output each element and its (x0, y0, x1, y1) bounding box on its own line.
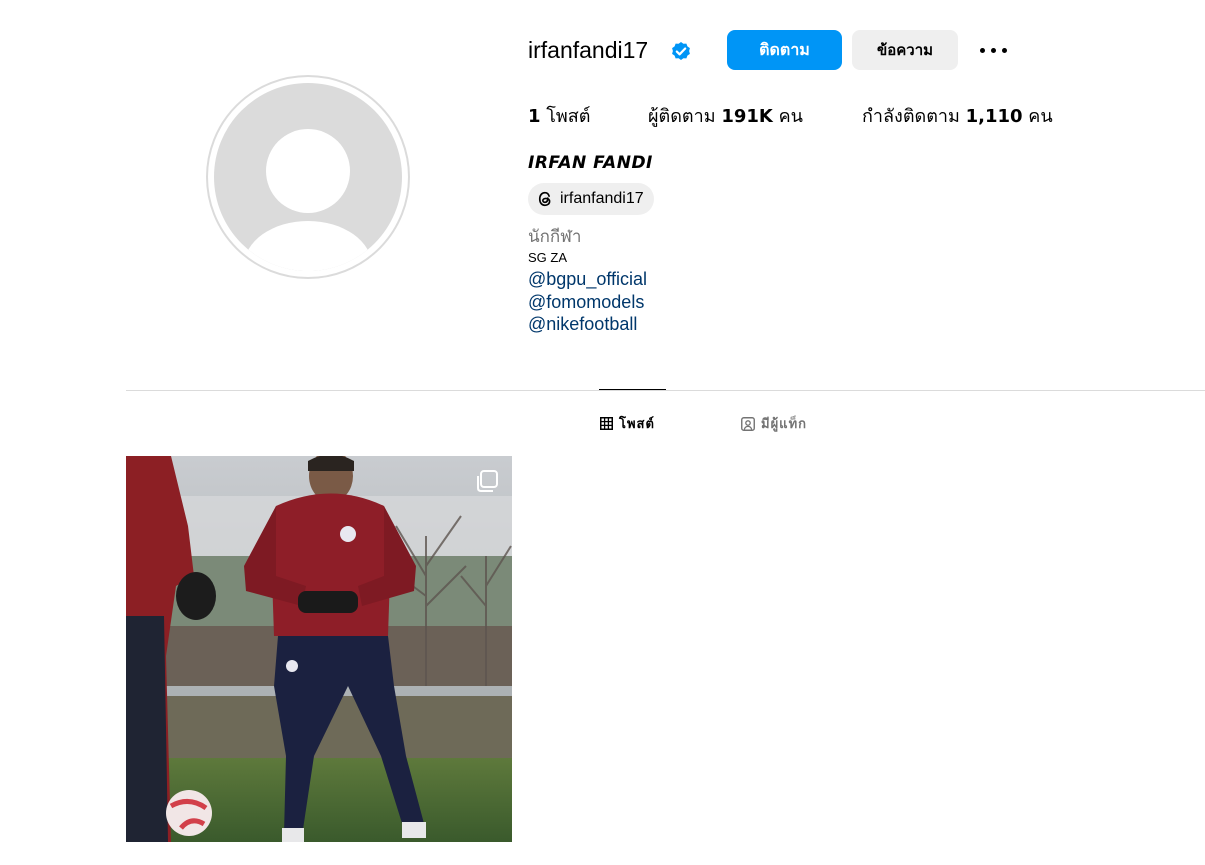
post-photo-football-training (126, 456, 512, 842)
avatar[interactable] (214, 83, 402, 271)
tab-tagged[interactable]: มีผู้แท็ก (741, 413, 807, 434)
following-count: 1,110 (965, 106, 1023, 127)
bio-text: SG ZA (528, 250, 568, 265)
following-prefix: กำลังติดตาม (862, 106, 960, 127)
threads-icon (538, 191, 551, 207)
following-suffix: คน (1028, 106, 1053, 127)
bio-mention-nikefootball[interactable]: @nikefootball (528, 313, 637, 335)
grid-icon (600, 417, 613, 430)
posts-count-stat: 1 โพสต์ (528, 104, 590, 130)
tab-posts-label: โพสต์ (619, 417, 655, 432)
more-options-icon[interactable] (978, 34, 1010, 66)
followers-suffix: คน (778, 106, 803, 127)
followers-count: 191K (721, 106, 773, 127)
avatar-body-silhouette (244, 221, 372, 271)
follow-button[interactable]: ติดตาม (727, 30, 842, 70)
verified-badge-icon (672, 42, 690, 60)
post-thumbnail[interactable] (126, 456, 512, 842)
threads-handle: irfanfandi17 (560, 190, 644, 207)
message-button[interactable]: ข้อความ (852, 30, 958, 70)
bio-mention-bgpu-official[interactable]: @bgpu_official (528, 268, 647, 290)
posts-count: 1 (528, 106, 541, 127)
tabs-divider (126, 390, 1205, 391)
profile-username: irfanfandi17 (528, 37, 649, 63)
tab-posts[interactable]: โพสต์ (600, 413, 655, 434)
active-tab-indicator (599, 389, 666, 390)
profile-category: นักกีฬา (528, 227, 582, 247)
threads-link[interactable]: irfanfandi17 (528, 183, 654, 215)
multiple-photos-icon (477, 470, 498, 492)
posts-count-label: โพสต์ (546, 106, 591, 127)
following-stat[interactable]: กำลังติดตาม 1,110 คน (862, 104, 1053, 130)
tagged-user-icon (741, 416, 755, 431)
avatar-head-silhouette (266, 129, 350, 213)
profile-full-name: IRFAN FANDI (528, 153, 653, 173)
followers-stat[interactable]: ผู้ติดตาม 191K คน (648, 104, 803, 130)
bio-mention-fomomodels[interactable]: @fomomodels (528, 291, 644, 313)
tab-tagged-label: มีผู้แท็ก (761, 417, 808, 432)
followers-prefix: ผู้ติดตาม (648, 106, 716, 127)
